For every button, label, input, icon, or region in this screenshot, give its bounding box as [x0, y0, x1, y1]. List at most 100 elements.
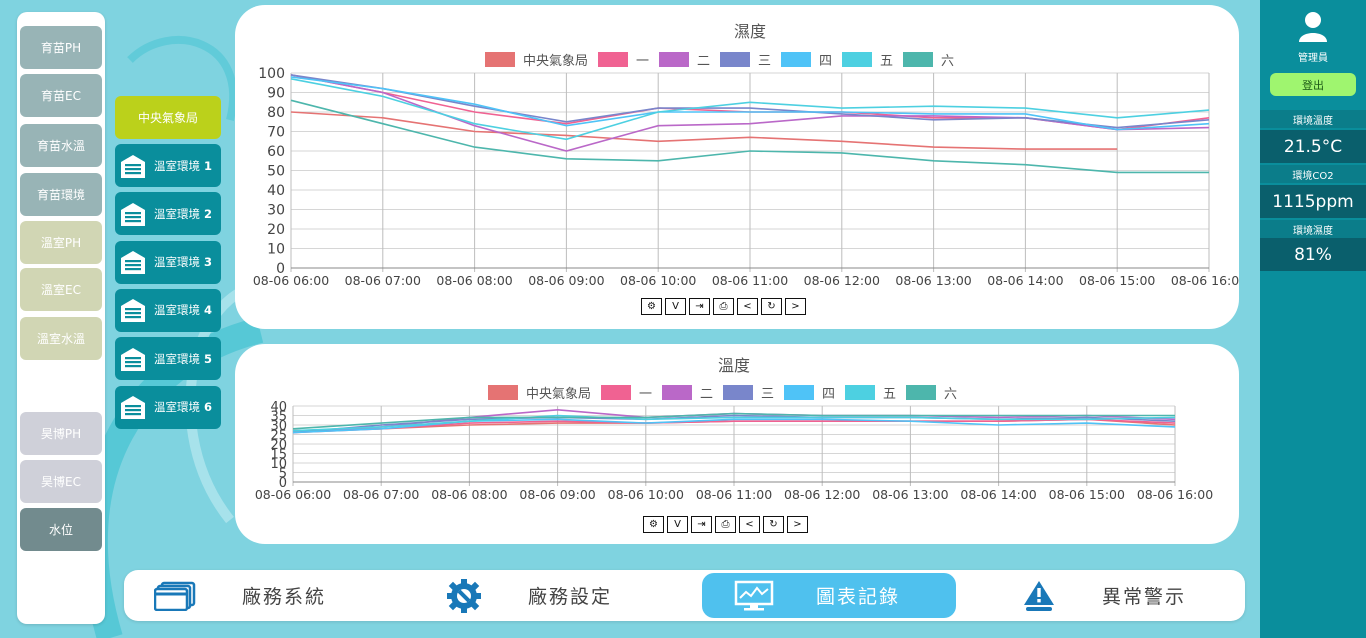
left-menu-item[interactable]: 育苗PH — [20, 26, 102, 69]
sub-menu-greenhouse-2[interactable]: 溫室環境 2 — [115, 192, 221, 236]
legend-label: 六 — [944, 387, 957, 402]
y-tick-label: 80 — [267, 105, 285, 121]
x-tick-label: 08-06 12:00 — [804, 273, 880, 288]
legend-label: 四 — [819, 54, 832, 69]
nav-anomaly-alerts[interactable]: 異常警示 — [1022, 573, 1242, 618]
x-tick-label: 08-06 10:00 — [620, 273, 696, 288]
left-menu-item[interactable]: 溫室PH — [20, 221, 102, 264]
view-tool-button[interactable]: V — [667, 516, 688, 533]
legend-swatch — [720, 52, 750, 67]
greenhouse-icon — [119, 152, 147, 180]
greenhouse-icon — [119, 248, 147, 276]
left-menu-item[interactable]: 昊博PH — [20, 412, 102, 455]
sub-menu-item-number: 1 — [204, 158, 213, 173]
export-tool-button[interactable]: ⇥ — [689, 298, 710, 315]
sub-menu-greenhouse-1[interactable]: 溫室環境 1 — [115, 144, 221, 187]
sub-menu-item-number: 5 — [204, 351, 213, 366]
x-tick-label: 08-06 08:00 — [431, 487, 507, 502]
left-menu-item[interactable]: 育苗環境 — [20, 173, 102, 216]
chart-title: 濕度 — [734, 22, 766, 41]
sub-menu-weather-bureau[interactable]: 中央氣象局 — [115, 96, 221, 139]
metric-co2-value: 1115ppm — [1260, 185, 1366, 218]
legend-swatch — [906, 385, 936, 400]
nav-anomaly-alerts-label: 異常警示 — [1102, 586, 1187, 608]
legend-swatch — [488, 385, 518, 400]
legend-swatch — [723, 385, 753, 400]
legend-label: 三 — [761, 387, 774, 402]
refresh-tool-button[interactable]: ↻ — [763, 516, 784, 533]
left-menu-item[interactable]: 溫室水溫 — [20, 317, 102, 360]
legend-label: 中央氣象局 — [523, 54, 588, 69]
nav-factory-system[interactable]: 廠務系統 — [153, 573, 394, 618]
settings-tool-button[interactable]: ⚙ — [641, 298, 662, 315]
humidity-chart-card: 濕度 中央氣象局一二三四五六 0 10 20 30 40 50 60 70 80 90 100 08-06… — [235, 5, 1239, 329]
sub-menu-item-number: 4 — [204, 303, 213, 318]
left-menu-item[interactable]: 水位 — [20, 508, 102, 551]
y-tick-label: 20 — [267, 222, 285, 238]
sub-menu-item-label: 溫室環境 — [154, 206, 200, 221]
left-menu-item[interactable]: 昊博EC — [20, 460, 102, 503]
y-tick-label: 70 — [267, 125, 285, 141]
bottom-nav: 廠務系統 廠務設定 圖表記錄 異常警示 — [124, 570, 1245, 621]
y-tick-label: 100 — [258, 66, 285, 82]
chart-title: 溫度 — [718, 356, 750, 375]
greenhouse-icon — [119, 200, 147, 228]
sub-menu-item-label: 溫室環境 — [154, 255, 200, 270]
legend-swatch — [601, 385, 631, 400]
y-tick-label: 10 — [267, 242, 285, 258]
legend-label: 五 — [883, 387, 896, 402]
x-tick-label: 08-06 13:00 — [872, 487, 948, 502]
sub-menu-item-label: 溫室環境 — [154, 158, 200, 173]
nav-factory-settings-label: 廠務設定 — [528, 586, 613, 608]
export-tool-button[interactable]: ⇥ — [691, 516, 712, 533]
legend-label: 一 — [636, 54, 649, 69]
metric-humidity-label: 環境濕度 — [1260, 220, 1366, 238]
nav-chart-records-label: 圖表記錄 — [816, 586, 901, 608]
legend-swatch — [781, 52, 811, 67]
temperature-chart: 溫度中央氣象局一二三四五六051015202530354008-06 06:00… — [255, 356, 1213, 502]
humidity-chart-toolbar: ⚙ V ⇥ ⎙ < ↻ > — [641, 298, 806, 315]
print-tool-button[interactable]: ⎙ — [713, 298, 734, 315]
legend-swatch — [662, 385, 692, 400]
greenhouse-icon — [119, 296, 147, 324]
left-menu-item[interactable]: 育苗水溫 — [20, 124, 102, 167]
sub-menu-item-number: 2 — [204, 206, 213, 221]
temperature-chart-card: 溫度 中央氣象局一二三四五六 0 5 10 15 20 25 30 35 40 08-06 06:00… — [235, 344, 1239, 544]
sub-menu-greenhouse-6[interactable]: 溫室環境 6 — [115, 385, 221, 429]
left-menu-item[interactable]: 溫室EC — [20, 268, 102, 311]
greenhouse-icon — [119, 345, 147, 373]
x-tick-label: 08-06 15:00 — [1079, 273, 1155, 288]
prev-tool-button[interactable]: < — [737, 298, 758, 315]
logout-button[interactable]: 登出 — [1270, 73, 1356, 96]
nav-chart-records[interactable]: 圖表記錄 — [702, 573, 956, 618]
sub-menu-item-label: 溫室環境 — [154, 303, 200, 318]
sub-menu-greenhouse-3[interactable]: 溫室環境 3 — [115, 240, 221, 284]
print-tool-button[interactable]: ⎙ — [715, 516, 736, 533]
x-tick-label: 08-06 08:00 — [436, 273, 512, 288]
legend-swatch — [842, 52, 872, 67]
prev-tool-button[interactable]: < — [739, 516, 760, 533]
user-avatar-icon — [1298, 10, 1328, 42]
settings-tool-button[interactable]: ⚙ — [643, 516, 664, 533]
metric-temperature-value: 21.5°C — [1260, 130, 1366, 163]
view-tool-button[interactable]: V — [665, 298, 686, 315]
sub-menu-greenhouse-4[interactable]: 溫室環境 4 — [115, 288, 221, 332]
sub-menu-greenhouse-5[interactable]: 溫室環境 5 — [115, 337, 221, 381]
metric-co2-label: 環境CO2 — [1260, 165, 1366, 183]
x-tick-label: 08-06 16:00 — [1171, 273, 1239, 288]
next-tool-button[interactable]: > — [787, 516, 808, 533]
y-tick-label: 90 — [267, 86, 285, 102]
legend-swatch — [903, 52, 933, 67]
legend-label: 五 — [880, 54, 893, 69]
window-stack-icon — [153, 581, 196, 611]
nav-factory-settings[interactable]: 廠務設定 — [444, 573, 684, 618]
legend-label: 四 — [822, 387, 835, 402]
legend-swatch — [598, 52, 628, 67]
warning-icon — [1022, 579, 1056, 613]
next-tool-button[interactable]: > — [785, 298, 806, 315]
right-panel: 管理員 登出 環境溫度 21.5°C 環境CO2 1115ppm 環境濕度 81… — [1260, 0, 1366, 638]
refresh-tool-button[interactable]: ↻ — [761, 298, 782, 315]
left-menu-item[interactable]: 育苗EC — [20, 74, 102, 117]
x-tick-label: 08-06 11:00 — [696, 487, 772, 502]
humidity-chart: 濕度中央氣象局一二三四五六010203040506070809010008-06… — [253, 22, 1239, 288]
